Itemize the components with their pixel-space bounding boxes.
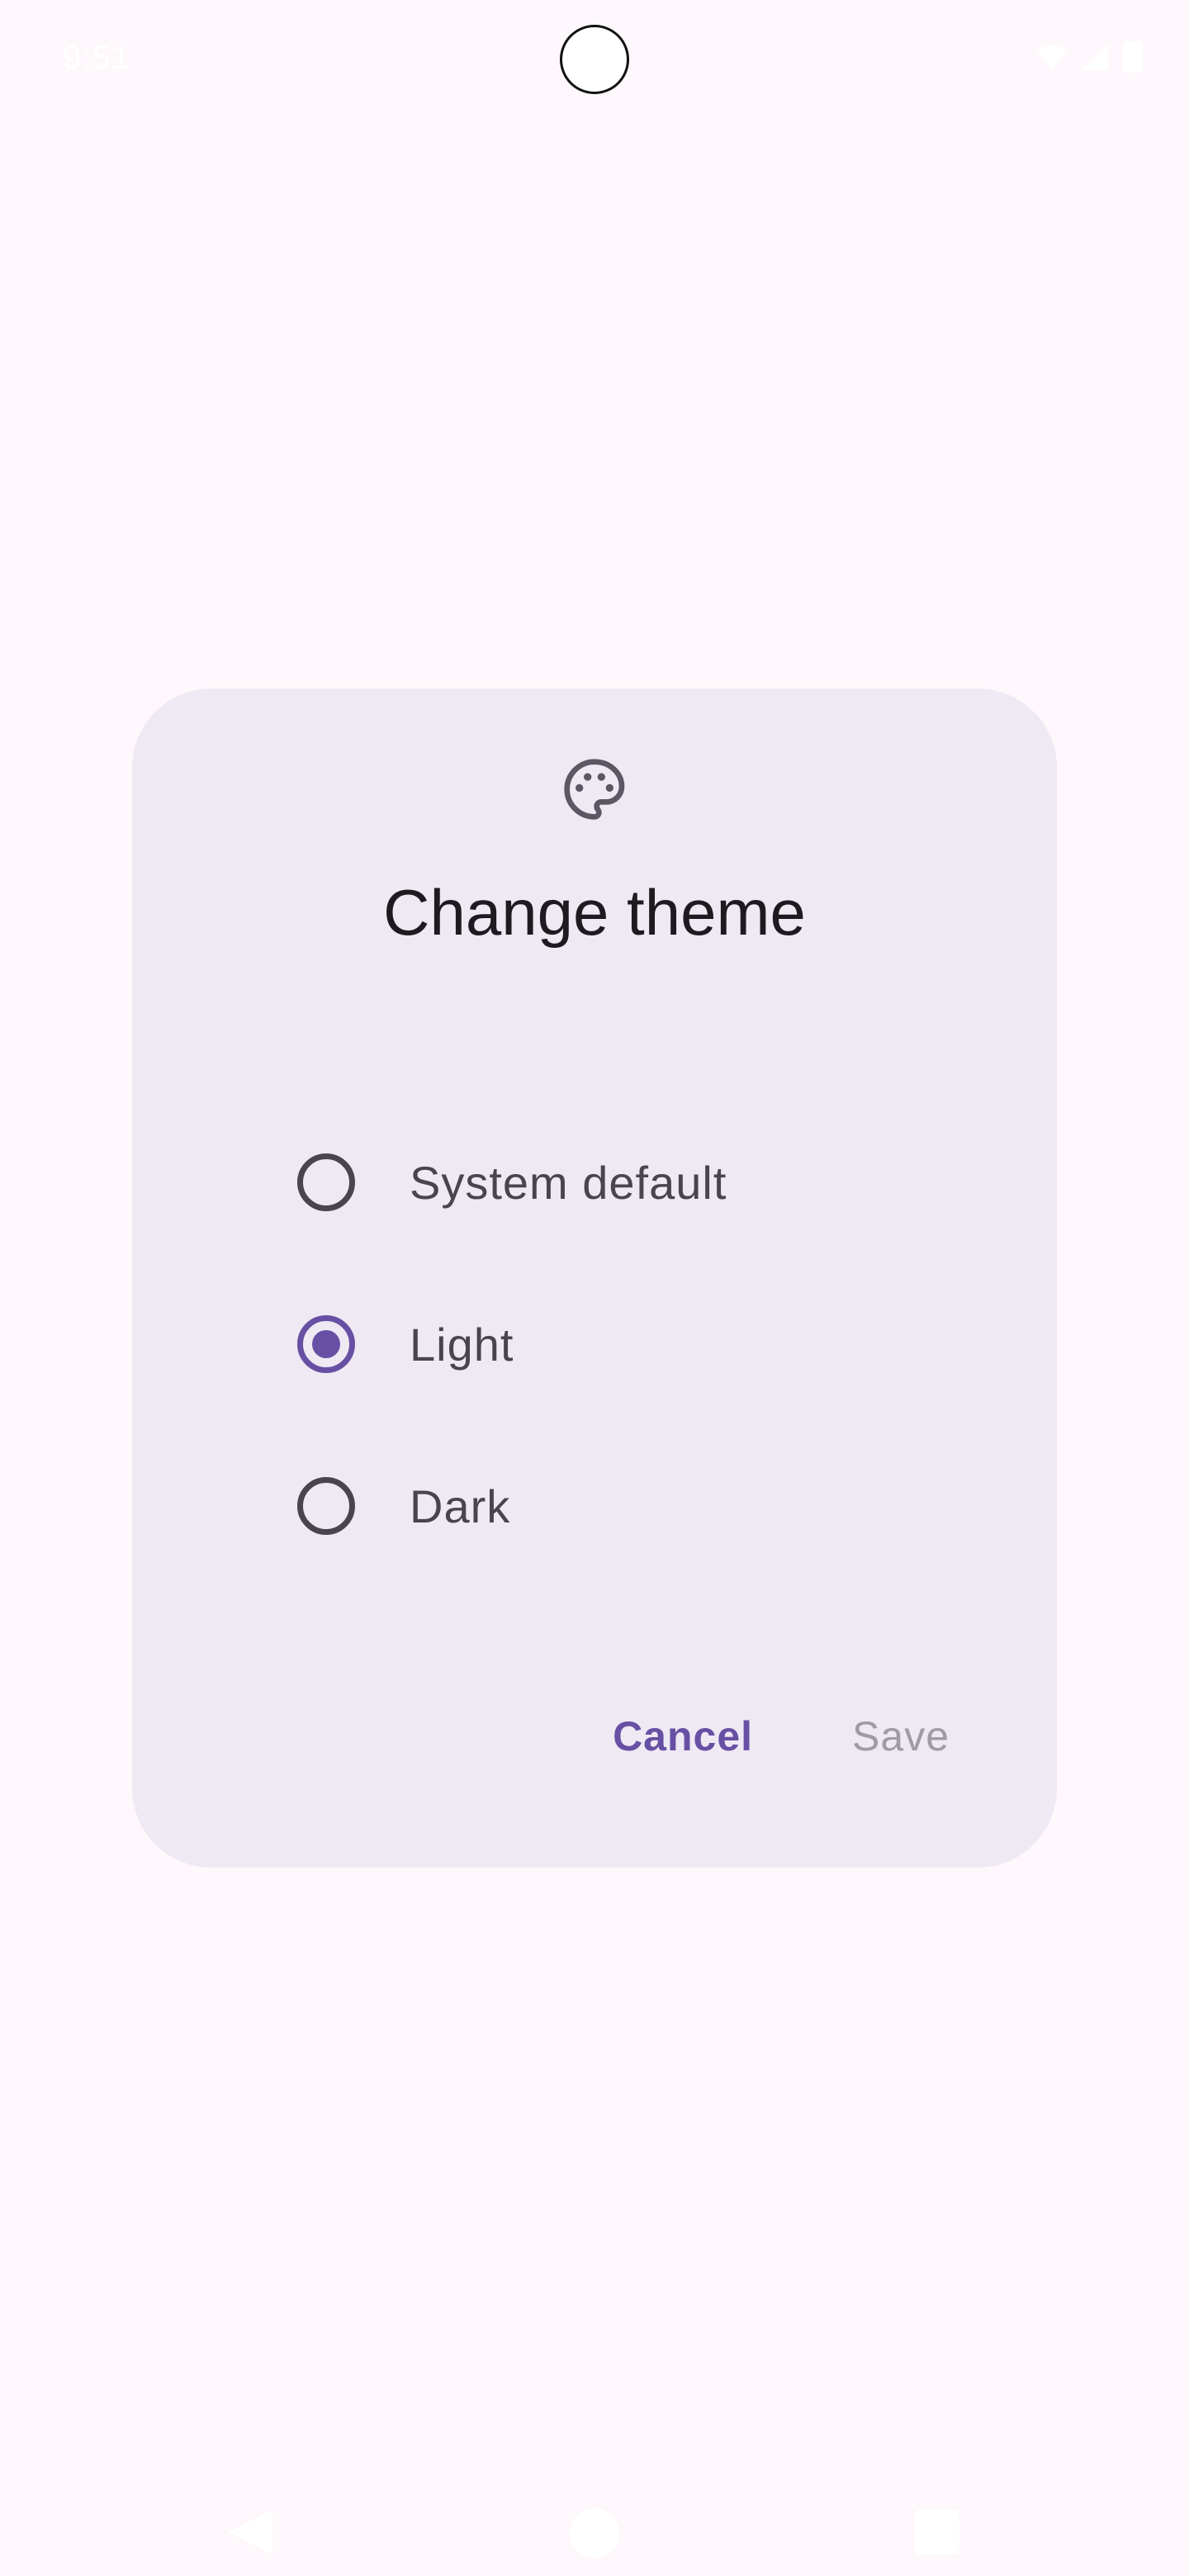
option-label: System default [410, 1156, 727, 1209]
dialog-actions: Cancel Save [613, 1712, 950, 1760]
radio-button-selected[interactable] [297, 1315, 355, 1373]
signal-icon [1082, 44, 1108, 70]
change-theme-dialog: Change theme System default Light Dark C… [132, 689, 1057, 1868]
option-label: Light [410, 1318, 514, 1371]
option-system-default[interactable]: System default [297, 1101, 974, 1263]
radio-button[interactable] [297, 1153, 355, 1211]
cancel-button[interactable]: Cancel [613, 1712, 753, 1760]
option-label: Dark [410, 1480, 511, 1532]
option-light[interactable]: Light [297, 1263, 974, 1425]
radio-button[interactable] [297, 1477, 355, 1535]
theme-options: System default Light Dark [297, 1101, 974, 1587]
navigation-bar [0, 2469, 1189, 2576]
status-bar: 9:51 [0, 0, 1189, 124]
status-icons [1037, 41, 1143, 73]
wifi-icon [1037, 45, 1067, 69]
back-icon[interactable] [228, 2510, 272, 2555]
palette-icon [564, 759, 625, 820]
save-button[interactable]: Save [852, 1712, 950, 1760]
camera-cutout [560, 25, 629, 94]
status-time: 9:51 [63, 40, 130, 76]
screen: 9:51 Change theme System default Light D… [0, 0, 1189, 2576]
dialog-title: Change theme [383, 876, 806, 949]
radio-dot [312, 1330, 340, 1358]
home-icon[interactable] [570, 2508, 619, 2558]
recents-icon[interactable] [915, 2510, 959, 2555]
battery-icon [1123, 41, 1143, 73]
option-dark[interactable]: Dark [297, 1425, 974, 1587]
